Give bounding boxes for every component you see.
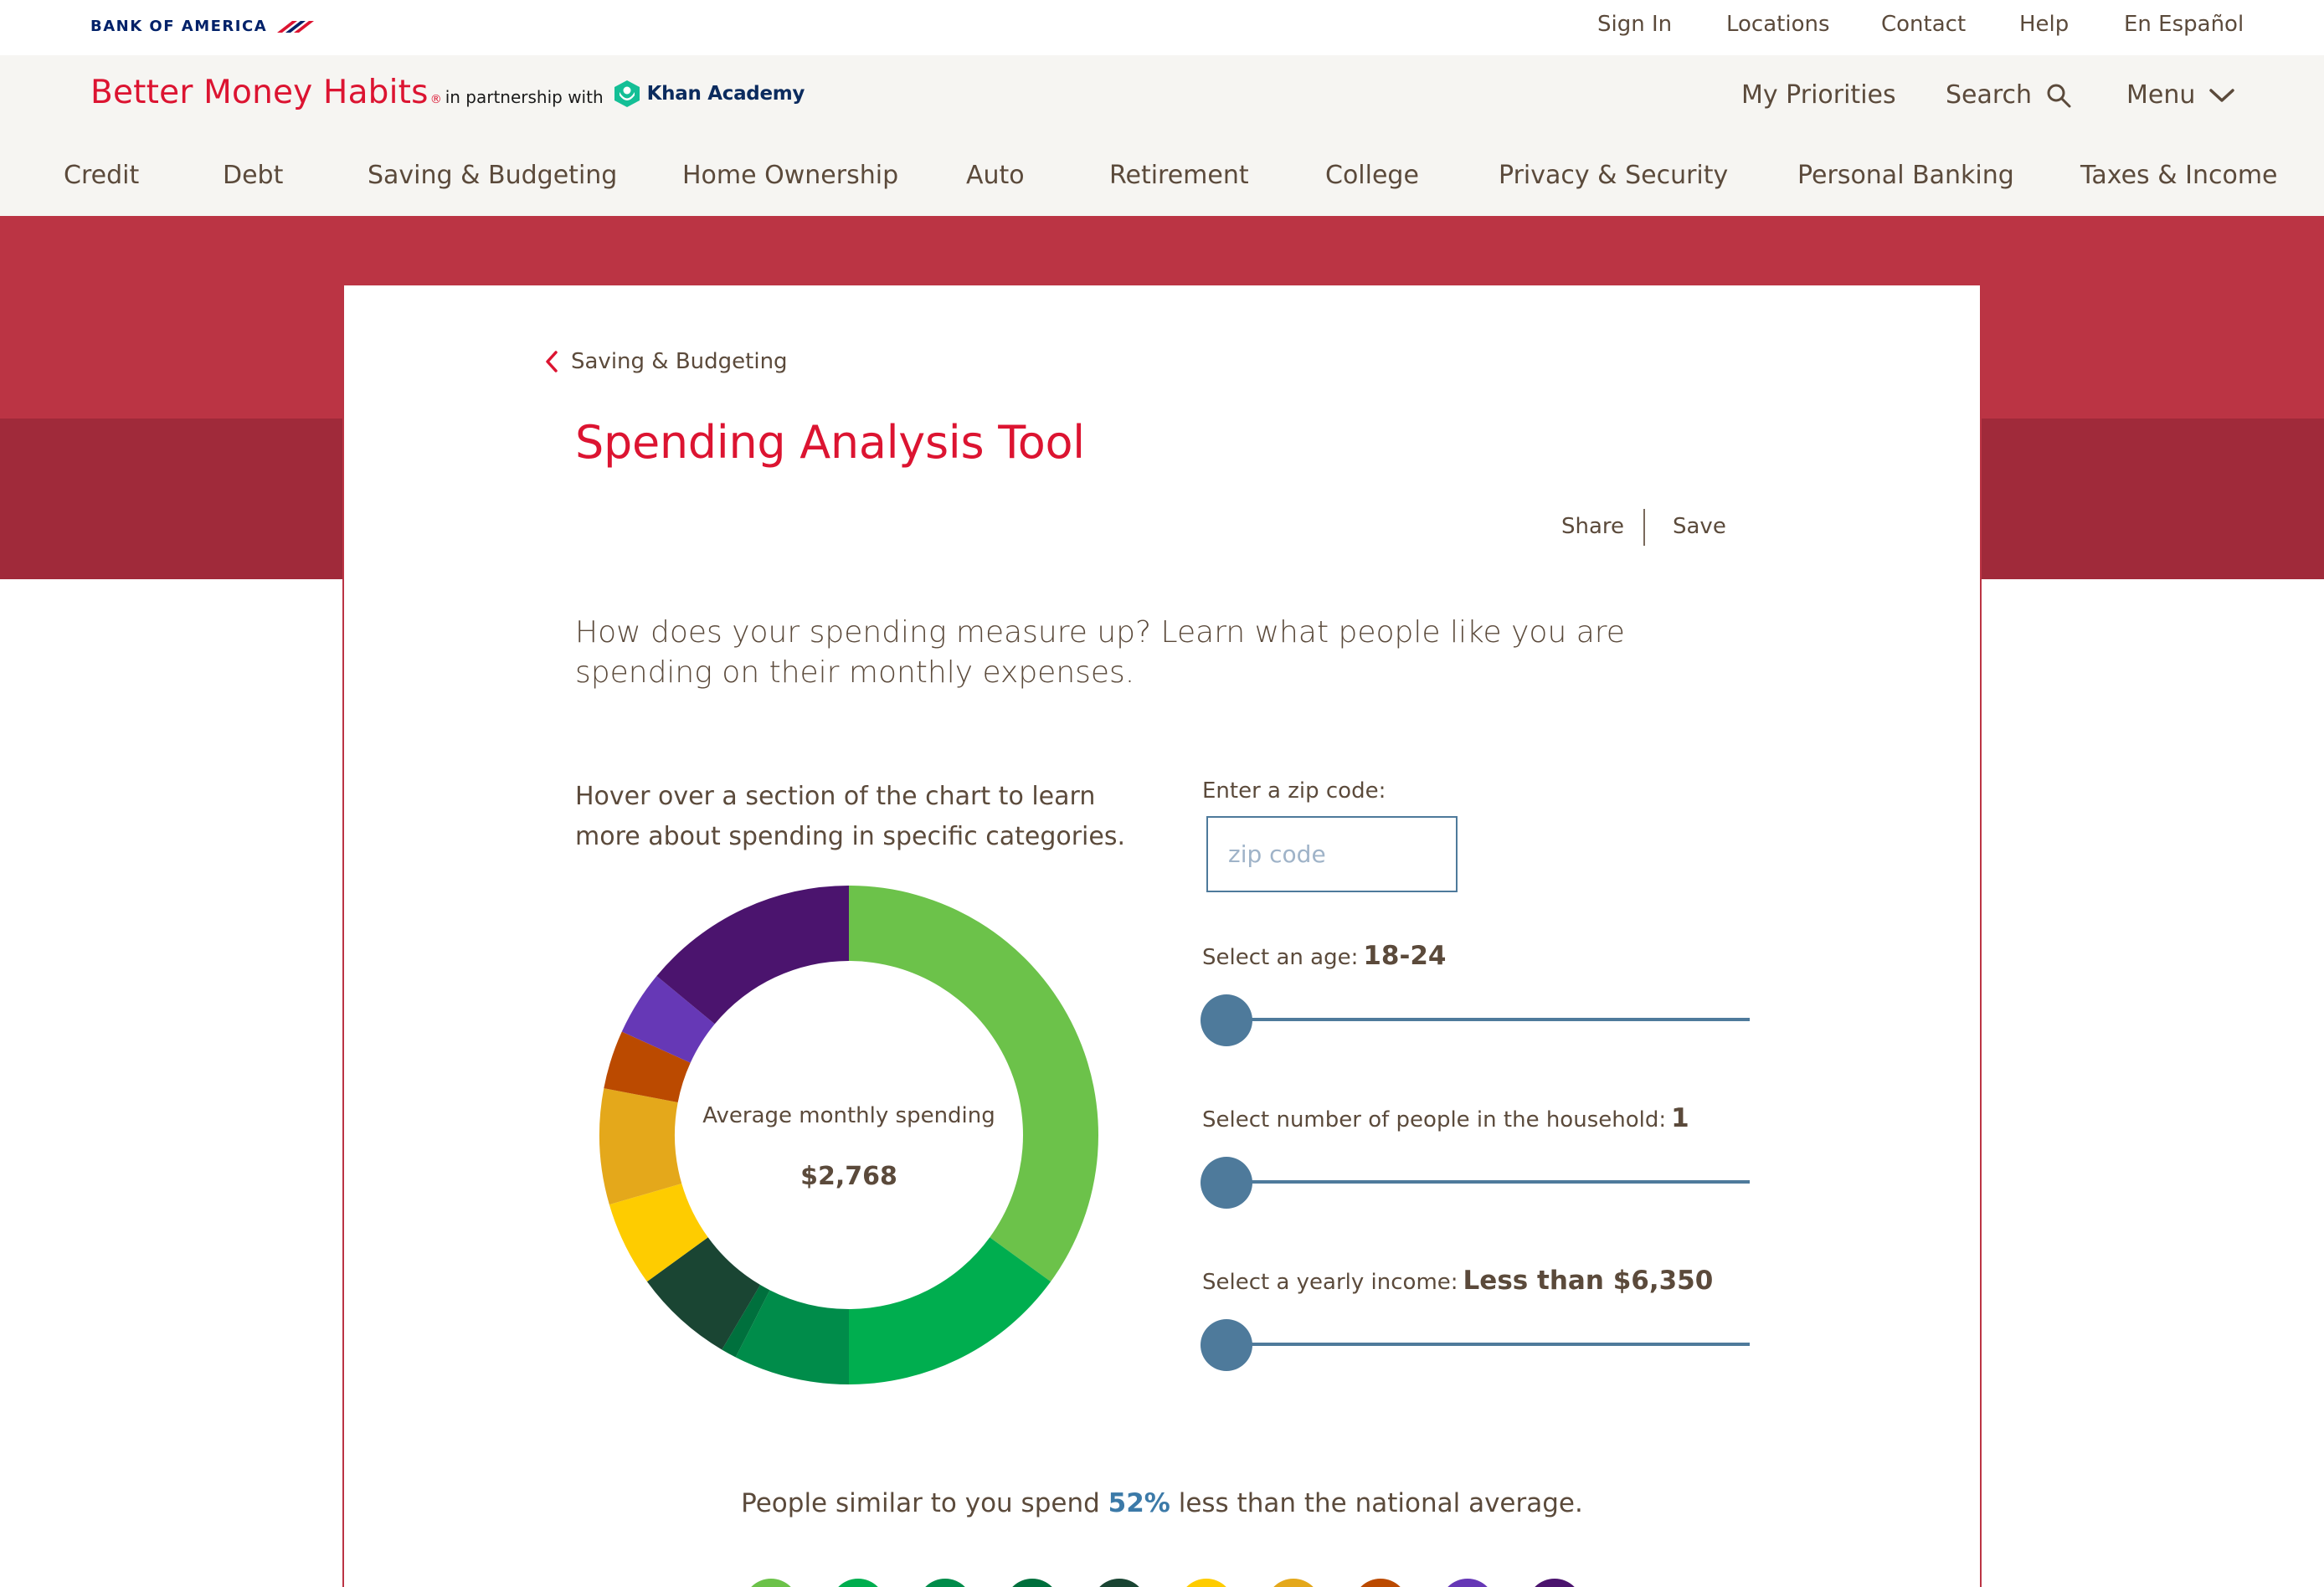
household-label: Select number of people in the household… bbox=[1202, 1107, 1667, 1132]
age-slider-track[interactable] bbox=[1226, 1018, 1750, 1021]
menu-label: Menu bbox=[2126, 80, 2196, 110]
comparison-percent: 52% bbox=[1108, 1488, 1170, 1518]
nav-home-ownership[interactable]: Home Ownership bbox=[682, 161, 898, 190]
khan-academy-name: Khan Academy bbox=[646, 83, 805, 105]
my-priorities-label: My Priorities bbox=[1741, 80, 1896, 110]
search-icon bbox=[2047, 84, 2071, 107]
chart-hover-hint: Hover over a section of the chart to lea… bbox=[575, 782, 1126, 851]
share-save-divider bbox=[1643, 509, 1645, 546]
khan-academy-hexagon-icon bbox=[614, 80, 640, 107]
zip-code-input[interactable] bbox=[1206, 816, 1458, 892]
income-slider-thumb[interactable] bbox=[1201, 1319, 1252, 1371]
income-value: Less than $6,350 bbox=[1463, 1266, 1714, 1296]
age-slider-thumb[interactable] bbox=[1201, 994, 1252, 1046]
content-card bbox=[342, 284, 1982, 1587]
save-button[interactable]: Save bbox=[1673, 514, 1726, 539]
locations-link[interactable]: Locations bbox=[1726, 12, 1830, 37]
age-slider[interactable] bbox=[1201, 993, 1750, 1046]
spending-comparison-text: People similar to you spend 52% less tha… bbox=[0, 1488, 2324, 1518]
bank-of-america-logo-text: BANK OF AMERICA bbox=[90, 17, 268, 35]
income-label: Select a yearly income: bbox=[1202, 1270, 1458, 1295]
khan-academy-logo: Khan Academy bbox=[614, 80, 805, 108]
household-slider[interactable] bbox=[1201, 1155, 1750, 1209]
nav-debt[interactable]: Debt bbox=[223, 161, 283, 190]
search-button[interactable]: Search bbox=[1946, 80, 2072, 110]
bank-of-america-logo[interactable]: BANK OF AMERICA bbox=[90, 15, 315, 37]
household-value: 1 bbox=[1671, 1103, 1689, 1133]
zip-label: Enter a zip code: bbox=[1202, 778, 1386, 804]
donut-slice-1[interactable] bbox=[849, 886, 1098, 1282]
flag-icon bbox=[277, 21, 315, 33]
income-slider[interactable] bbox=[1201, 1317, 1750, 1371]
page-title: Spending Analysis Tool bbox=[575, 416, 1085, 469]
age-label: Select an age: bbox=[1202, 945, 1359, 970]
chevron-left-icon bbox=[546, 351, 558, 372]
utility-bar: BANK OF AMERICA Sign In Locations Contac… bbox=[0, 0, 2324, 55]
my-priorities-link[interactable]: My Priorities bbox=[1741, 80, 1896, 110]
nav-taxes-income[interactable]: Taxes & Income bbox=[2080, 161, 2278, 190]
household-slider-track[interactable] bbox=[1226, 1180, 1750, 1184]
nav-privacy-security[interactable]: Privacy & Security bbox=[1499, 161, 1728, 190]
comparison-suffix: less than the national average. bbox=[1178, 1488, 1583, 1518]
nav-auto[interactable]: Auto bbox=[966, 161, 1025, 190]
chevron-down-icon bbox=[2209, 88, 2235, 102]
nav-saving-budgeting[interactable]: Saving & Budgeting bbox=[368, 161, 617, 190]
income-slider-track[interactable] bbox=[1226, 1343, 1750, 1346]
sign-in-link[interactable]: Sign In bbox=[1597, 12, 1672, 37]
contact-link[interactable]: Contact bbox=[1881, 12, 1966, 37]
breadcrumb-label: Saving & Budgeting bbox=[571, 349, 788, 374]
nav-personal-banking[interactable]: Personal Banking bbox=[1797, 161, 2014, 190]
partner-text: in partnership with bbox=[445, 87, 604, 107]
brand-logo[interactable]: Better Money Habits ® in partnership wit… bbox=[90, 74, 805, 111]
brand-registered-mark: ® bbox=[429, 93, 442, 106]
donut-total: $2,768 bbox=[800, 1162, 897, 1191]
income-label-row: Select a yearly income: Less than $6,350 bbox=[1202, 1266, 1713, 1296]
intro-text: How does your spending measure up? Learn… bbox=[575, 615, 1625, 690]
nav-retirement[interactable]: Retirement bbox=[1109, 161, 1249, 190]
espanol-link[interactable]: En Español bbox=[2124, 12, 2244, 37]
household-slider-thumb[interactable] bbox=[1201, 1157, 1252, 1209]
share-button[interactable]: Share bbox=[1561, 514, 1624, 539]
age-value: 18-24 bbox=[1363, 941, 1447, 971]
donut-caption: Average monthly spending bbox=[702, 1103, 995, 1128]
menu-button[interactable]: Menu bbox=[2126, 80, 2235, 110]
brand-name: Better Money Habits bbox=[90, 74, 429, 111]
nav-college[interactable]: College bbox=[1325, 161, 1419, 190]
nav-credit[interactable]: Credit bbox=[64, 161, 139, 190]
comparison-prefix: People similar to you spend bbox=[741, 1488, 1100, 1518]
search-label: Search bbox=[1946, 80, 2033, 110]
age-label-row: Select an age: 18-24 bbox=[1202, 941, 1447, 971]
spending-donut-chart bbox=[599, 886, 1098, 1384]
household-label-row: Select number of people in the household… bbox=[1202, 1103, 1689, 1133]
donut-slice-7[interactable] bbox=[599, 1088, 682, 1205]
breadcrumb[interactable]: Saving & Budgeting bbox=[544, 349, 788, 374]
help-link[interactable]: Help bbox=[2019, 12, 2069, 37]
